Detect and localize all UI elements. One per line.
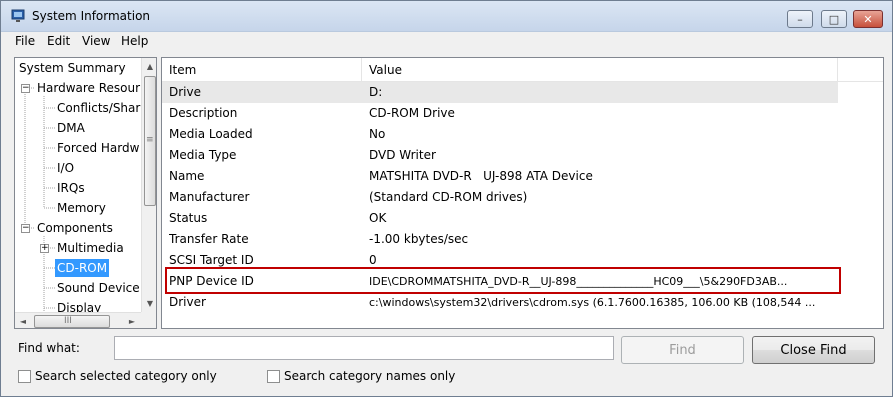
tree-item-dma[interactable]: DMA [57, 119, 85, 137]
search-category-names-option[interactable]: Search category names only [267, 369, 455, 383]
system-information-icon [11, 9, 25, 22]
search-selected-category-checkbox[interactable] [18, 369, 31, 383]
collapse-icon[interactable]: − [21, 84, 30, 93]
tree-item-conflicts-sharing[interactable]: Conflicts/Shari [57, 99, 144, 117]
tree-item-multimedia[interactable]: Multimedia [57, 239, 124, 257]
cell-value: DVD Writer [369, 148, 436, 162]
tree-horizontal-scrollbar[interactable]: ◄ III ► [15, 312, 141, 328]
maximize-button[interactable]: □ [821, 10, 847, 28]
search-selected-category-option[interactable]: Search selected category only [18, 369, 217, 383]
system-information-window: System Information – □ ✕ File Edit View … [0, 0, 893, 397]
menu-view[interactable]: View [82, 34, 110, 48]
cell-item: PNP Device ID [169, 274, 254, 288]
scroll-up-icon[interactable]: ▲ [142, 58, 156, 75]
list-header: Item Value [162, 58, 883, 82]
grip-icon: ≡ [146, 135, 154, 145]
table-row[interactable]: Description CD-ROM Drive [162, 103, 838, 124]
expand-icon[interactable]: + [40, 244, 49, 253]
vertical-scroll-thumb[interactable]: ≡ [144, 76, 156, 206]
find-what-label: Find what: [18, 341, 80, 355]
cell-item: Drive [169, 85, 201, 99]
scroll-left-icon[interactable]: ◄ [15, 313, 31, 328]
find-what-input[interactable] [114, 336, 614, 360]
window-title: System Information [32, 9, 151, 23]
menu-help[interactable]: Help [121, 34, 148, 48]
search-category-names-checkbox[interactable] [267, 369, 280, 383]
details-list[interactable]: Item Value Drive D: Description CD-ROM D… [161, 57, 884, 329]
cell-item: SCSI Target ID [169, 253, 254, 267]
tree-item-hardware-resources[interactable]: Hardware Resour [37, 79, 140, 97]
grip-icon: III [64, 316, 72, 326]
cell-value: 0 [369, 253, 377, 267]
cell-value: MATSHITA DVD-R UJ-898 ATA Device [369, 169, 593, 183]
cell-value: c:\windows\system32\drivers\cdrom.sys (6… [369, 296, 816, 309]
cell-value: IDE\CDROMMATSHITA_DVD-R__UJ-898_________… [369, 275, 788, 288]
cell-value: -1.00 kbytes/sec [369, 232, 469, 246]
table-row[interactable]: Media Loaded No [162, 124, 838, 145]
table-row[interactable]: Driver c:\windows\system32\drivers\cdrom… [162, 292, 838, 313]
menu-bar: File Edit View Help [1, 32, 892, 52]
tree-item-sound-device[interactable]: Sound Device [57, 279, 140, 297]
tree-vertical-scrollbar[interactable]: ▲ ≡ ▼ [141, 58, 156, 312]
scroll-down-icon[interactable]: ▼ [142, 295, 156, 312]
cell-value: CD-ROM Drive [369, 106, 455, 120]
table-row[interactable]: Media Type DVD Writer [162, 145, 838, 166]
table-row[interactable]: Status OK [162, 208, 838, 229]
cell-item: Description [169, 106, 238, 120]
close-find-button[interactable]: Close Find [752, 336, 875, 364]
category-tree[interactable]: System Summary − Hardware Resour Conflic… [14, 57, 157, 329]
menu-file[interactable]: File [15, 34, 35, 48]
cell-item: Driver [169, 295, 206, 309]
tree-item-cd-rom[interactable]: CD-ROM [55, 259, 110, 277]
cell-value: OK [369, 211, 387, 225]
cell-item: Name [169, 169, 205, 183]
tree-item-irqs[interactable]: IRQs [57, 179, 85, 197]
scroll-right-icon[interactable]: ► [124, 313, 140, 328]
cell-item: Manufacturer [169, 190, 250, 204]
cell-item: Status [169, 211, 208, 225]
table-row[interactable]: Transfer Rate -1.00 kbytes/sec [162, 229, 838, 250]
search-selected-category-label: Search selected category only [35, 369, 217, 383]
minimize-button[interactable]: – [787, 10, 813, 28]
menu-edit[interactable]: Edit [47, 34, 70, 48]
tree-item-forced-hardware[interactable]: Forced Hardw [57, 139, 139, 157]
close-button[interactable]: ✕ [853, 10, 883, 28]
tree-item-components[interactable]: Components [37, 219, 113, 237]
table-row[interactable]: Drive D: [162, 82, 838, 103]
search-category-names-label: Search category names only [284, 369, 456, 383]
horizontal-scroll-thumb[interactable]: III [34, 315, 110, 328]
find-button[interactable]: Find [621, 336, 744, 364]
cell-item: Media Type [169, 148, 237, 162]
table-row[interactable]: Name MATSHITA DVD-R UJ-898 ATA Device [162, 166, 838, 187]
cell-value: No [369, 127, 386, 141]
cell-item: Media Loaded [169, 127, 253, 141]
title-bar[interactable]: System Information – □ ✕ [1, 1, 892, 32]
column-header-item[interactable]: Item [162, 58, 362, 82]
table-row[interactable]: SCSI Target ID 0 [162, 250, 838, 271]
column-header-value[interactable]: Value [362, 58, 838, 82]
table-row[interactable]: PNP Device ID IDE\CDROMMATSHITA_DVD-R__U… [162, 271, 838, 292]
cell-value: (Standard CD-ROM drives) [369, 190, 528, 204]
table-row[interactable]: Manufacturer (Standard CD-ROM drives) [162, 187, 838, 208]
tree-item-system-summary[interactable]: System Summary [19, 59, 126, 77]
tree-item-memory[interactable]: Memory [57, 199, 106, 217]
scrollbar-corner [141, 312, 156, 328]
cell-item: Transfer Rate [169, 232, 249, 246]
cell-value: D: [369, 85, 383, 99]
collapse-icon[interactable]: − [21, 224, 30, 233]
tree-item-io[interactable]: I/O [57, 159, 74, 177]
